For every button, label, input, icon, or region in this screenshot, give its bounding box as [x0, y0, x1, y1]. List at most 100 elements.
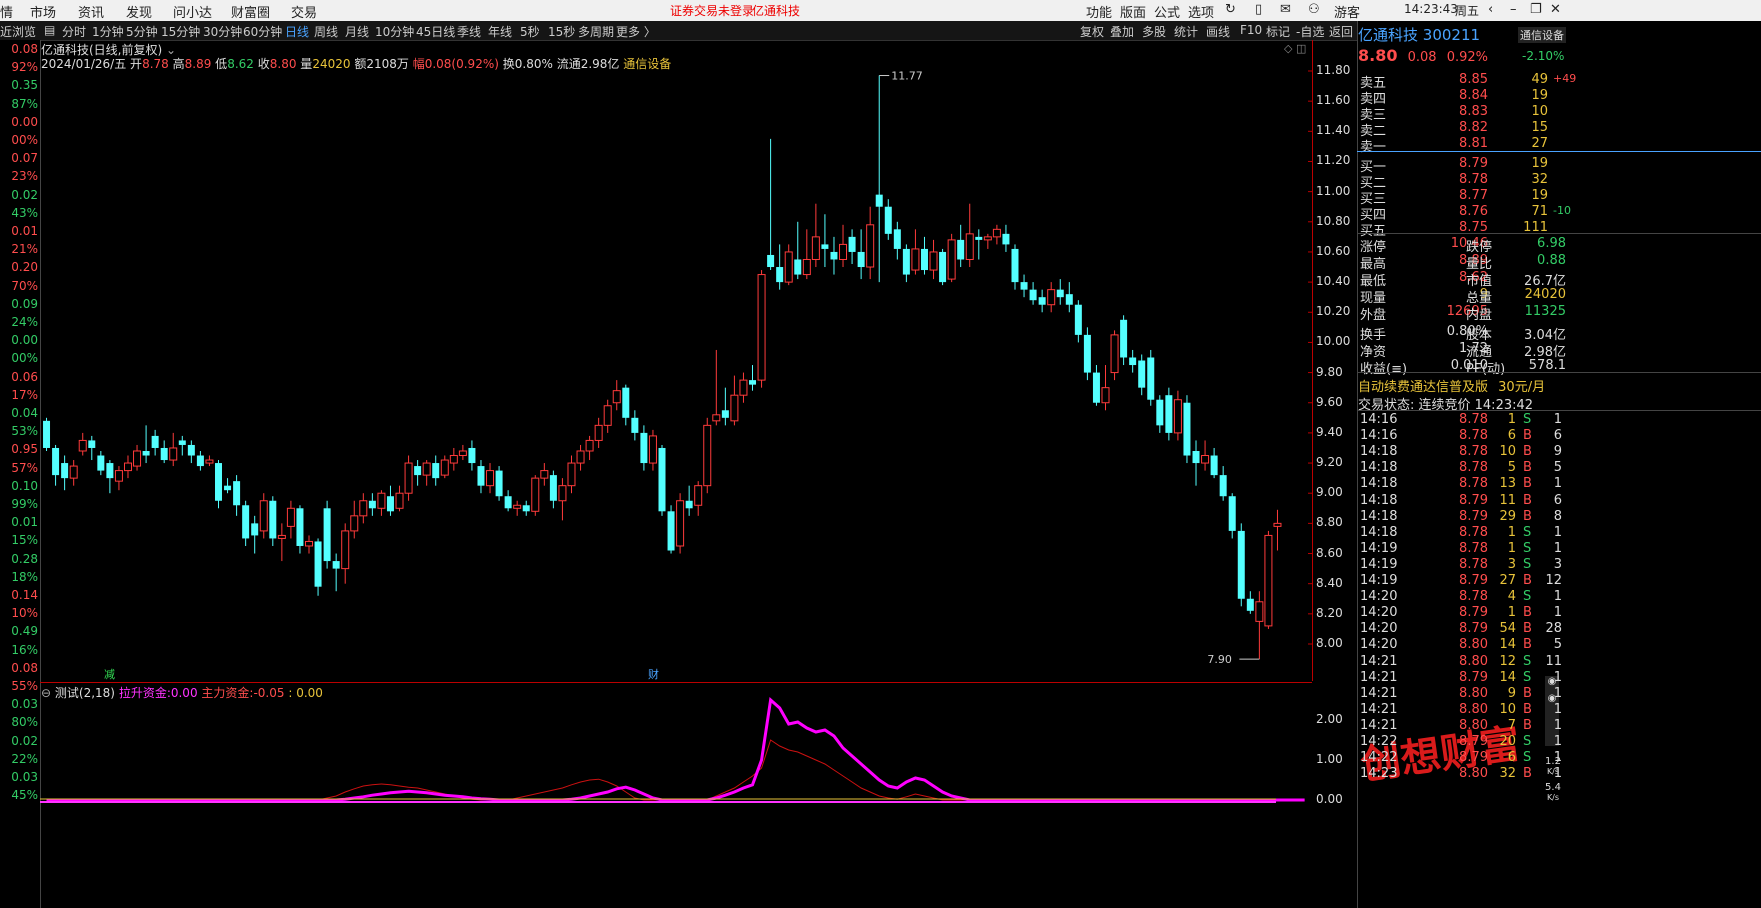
candle[interactable]	[404, 455, 413, 501]
candle[interactable]	[1192, 440, 1200, 486]
candle[interactable]	[694, 481, 703, 516]
candle[interactable]	[920, 236, 928, 275]
tab-period-1[interactable]: 1分钟	[92, 23, 124, 40]
candle[interactable]	[233, 475, 241, 516]
candle[interactable]	[43, 417, 51, 451]
menu-item-market[interactable]: 市场	[30, 2, 56, 21]
candle[interactable]	[676, 493, 685, 554]
candle[interactable]	[757, 270, 766, 388]
candle[interactable]	[486, 463, 495, 494]
candle[interactable]	[296, 505, 304, 554]
candle[interactable]	[848, 229, 856, 265]
tab-period-6[interactable]: 日线	[285, 23, 309, 40]
candle[interactable]	[1074, 300, 1082, 343]
expand-icon[interactable]: ◇ ◫	[1284, 42, 1306, 55]
candle[interactable]	[1120, 315, 1128, 366]
menu-item-discover[interactable]: 发现	[126, 2, 152, 21]
tab-period-3[interactable]: 15分钟	[161, 23, 200, 40]
tool-stats[interactable]: 统计	[1174, 23, 1198, 40]
candle[interactable]	[1210, 447, 1218, 479]
candle[interactable]	[205, 455, 214, 467]
tab-period-8[interactable]: 月线	[345, 23, 369, 40]
tab-period-7[interactable]: 周线	[314, 23, 338, 40]
candle[interactable]	[902, 244, 910, 283]
candle[interactable]	[1201, 440, 1210, 471]
tab-period-11[interactable]: 季线	[457, 23, 481, 40]
login-notice[interactable]: 证券交易未登录	[670, 2, 754, 19]
candle[interactable]	[1156, 395, 1164, 433]
tab-period-more[interactable]: 更多 〉	[616, 23, 656, 40]
ad-banner[interactable]: 自动续费通达信普及版 30元/月	[1358, 376, 1545, 395]
candle[interactable]	[1110, 330, 1119, 381]
candle[interactable]	[513, 500, 522, 516]
indicator-collapse-icon[interactable]: ⊖	[41, 686, 51, 700]
menu-item-news[interactable]: 资讯	[78, 2, 104, 21]
candle[interactable]	[1173, 390, 1182, 441]
candle[interactable]	[368, 493, 376, 516]
candle[interactable]	[576, 444, 585, 471]
restore-icon[interactable]: ❐	[1530, 2, 1542, 17]
candle[interactable]	[1020, 274, 1028, 298]
tool-overlay[interactable]: 叠加	[1110, 23, 1134, 40]
candle[interactable]	[414, 460, 422, 486]
order-row[interactable]: 卖五 8.85 49 +49	[1358, 72, 1761, 91]
candle[interactable]	[802, 229, 811, 280]
order-row[interactable]: 卖二 8.82 15	[1358, 120, 1761, 139]
candle[interactable]	[1246, 591, 1254, 614]
tab-period-13[interactable]: 5秒	[520, 23, 540, 40]
tab-period-12[interactable]: 年线	[488, 23, 512, 40]
shirt-icon[interactable]: ⚇	[1308, 2, 1320, 17]
candle[interactable]	[1264, 530, 1273, 629]
candle[interactable]	[567, 455, 576, 494]
tool-f10[interactable]: F10	[1240, 23, 1262, 37]
candle[interactable]	[259, 493, 268, 539]
candle[interactable]	[1083, 327, 1091, 381]
candle[interactable]	[106, 460, 114, 494]
candle[interactable]	[939, 248, 947, 286]
tool-multi[interactable]: 多股	[1142, 23, 1166, 40]
menu-layout[interactable]: 版面	[1120, 2, 1146, 21]
candle[interactable]	[749, 365, 757, 391]
candle[interactable]	[332, 553, 340, 592]
candle[interactable]	[242, 500, 250, 546]
candle[interactable]	[432, 455, 440, 486]
candle[interactable]	[1147, 349, 1155, 406]
candle[interactable]	[992, 224, 1001, 245]
candle[interactable]	[151, 429, 159, 456]
candle[interactable]	[857, 229, 865, 280]
candle[interactable]	[558, 478, 567, 521]
candle[interactable]	[739, 372, 748, 403]
close-icon[interactable]: ✕	[1550, 2, 1561, 17]
candle[interactable]	[811, 203, 820, 268]
candle[interactable]	[169, 432, 178, 467]
candle[interactable]	[1011, 244, 1019, 290]
candle[interactable]	[839, 224, 848, 268]
candle[interactable]	[685, 485, 693, 516]
candle[interactable]	[395, 485, 404, 512]
order-row[interactable]: 卖一 8.81 27	[1358, 136, 1761, 155]
candle[interactable]	[504, 490, 512, 512]
candle[interactable]	[1255, 591, 1264, 660]
candle[interactable]	[866, 206, 875, 280]
candle[interactable]	[142, 425, 150, 464]
menu-formula[interactable]: 公式	[1154, 2, 1180, 21]
candle[interactable]	[1237, 523, 1245, 607]
candle[interactable]	[522, 500, 530, 516]
candle[interactable]	[133, 444, 142, 471]
order-row[interactable]: 卖三 8.83 10	[1358, 104, 1761, 123]
menu-cut[interactable]: 情	[0, 2, 13, 21]
candle[interactable]	[884, 199, 892, 240]
kline-chart[interactable]: 11.77 7.90 减 财	[40, 40, 1313, 681]
tab-period-9[interactable]: 10分钟	[375, 23, 414, 40]
order-row[interactable]: 买三 8.77 19	[1358, 188, 1761, 207]
candle[interactable]	[196, 450, 204, 471]
menu-options[interactable]: 选项	[1188, 2, 1214, 21]
candle[interactable]	[703, 417, 712, 494]
candle[interactable]	[458, 444, 467, 461]
recent-browse[interactable]: 近浏览	[0, 23, 36, 40]
candle[interactable]	[178, 435, 186, 456]
candle[interactable]	[69, 460, 78, 486]
candle[interactable]	[893, 221, 901, 260]
candle[interactable]	[767, 138, 775, 271]
candle[interactable]	[97, 450, 105, 476]
